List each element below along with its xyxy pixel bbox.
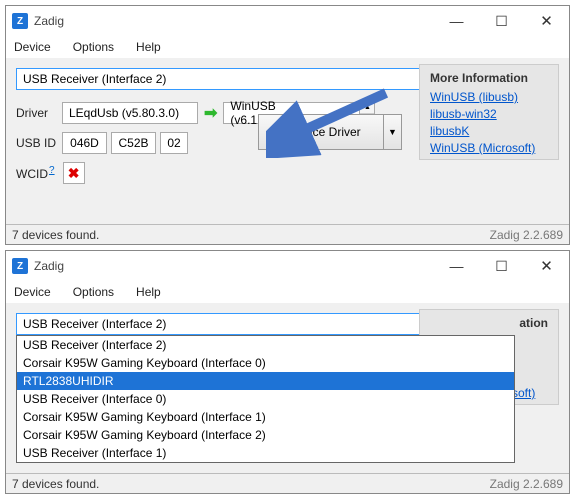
- statusbar: 7 devices found. Zadig 2.2.689: [6, 473, 569, 493]
- menu-help[interactable]: Help: [132, 283, 165, 301]
- driver-label: Driver: [16, 106, 62, 120]
- more-info-heading: More Information: [430, 71, 548, 85]
- dropdown-item[interactable]: Corsair K95W Gaming Keyboard (Interface …: [17, 354, 514, 372]
- dropdown-item[interactable]: USB Receiver (Interface 2): [17, 336, 514, 354]
- titlebar: Z Zadig — ☐ ✕: [6, 6, 569, 36]
- dropdown-item[interactable]: USB Receiver (Interface 1): [17, 444, 514, 462]
- menu-device[interactable]: Device: [10, 38, 55, 56]
- driver-current: LEqdUsb (v5.80.3.0): [62, 102, 198, 124]
- minimize-button[interactable]: —: [434, 6, 479, 36]
- usb-vid: 046D: [62, 132, 107, 154]
- info-heading-partial: ation: [519, 316, 548, 330]
- more-info-panel: More Information WinUSB (libusb) libusb-…: [419, 64, 559, 160]
- titlebar: Z Zadig — ☐ ✕: [6, 251, 569, 281]
- app-icon: Z: [12, 258, 28, 274]
- link-winusb-microsoft[interactable]: WinUSB (Microsoft): [430, 140, 548, 157]
- menubar: Device Options Help: [6, 36, 569, 58]
- window-title: Zadig: [34, 14, 434, 28]
- maximize-button[interactable]: ☐: [479, 251, 524, 281]
- wcid-status-icon: ✖: [63, 162, 85, 184]
- status-left: 7 devices found.: [12, 477, 99, 491]
- menu-device[interactable]: Device: [10, 283, 55, 301]
- device-combo-text: USB Receiver (Interface 2): [23, 72, 166, 86]
- status-right: Zadig 2.2.689: [490, 228, 563, 242]
- dropdown-item[interactable]: USB Receiver (Interface 0): [17, 390, 514, 408]
- replace-driver-button[interactable]: Replace Driver: [258, 114, 384, 150]
- wcid-label: WCID?: [16, 165, 55, 181]
- maximize-button[interactable]: ☐: [479, 6, 524, 36]
- dropdown-item-selected[interactable]: RTL2838UHIDIR: [17, 372, 514, 390]
- device-dropdown-list[interactable]: USB Receiver (Interface 2) Corsair K95W …: [16, 335, 515, 463]
- usb-iface: 02: [160, 132, 188, 154]
- link-winusb-libusb[interactable]: WinUSB (libusb): [430, 89, 548, 106]
- menubar: Device Options Help: [6, 281, 569, 303]
- status-left: 7 devices found.: [12, 228, 99, 242]
- window-zadig-2: Z Zadig — ☐ ✕ Device Options Help USB Re…: [5, 250, 570, 494]
- content-area: USB Receiver (Interface 2) ▼ Edit Driver…: [6, 58, 569, 226]
- usb-pid: C52B: [111, 132, 156, 154]
- close-button[interactable]: ✕: [524, 6, 569, 36]
- wcid-help-link[interactable]: ?: [49, 165, 55, 176]
- app-icon: Z: [12, 13, 28, 29]
- link-libusbk[interactable]: libusbK: [430, 123, 548, 140]
- minimize-button[interactable]: —: [434, 251, 479, 281]
- statusbar: 7 devices found. Zadig 2.2.689: [6, 224, 569, 244]
- usbid-label: USB ID: [16, 136, 62, 150]
- window-title: Zadig: [34, 259, 434, 273]
- menu-options[interactable]: Options: [69, 38, 118, 56]
- dropdown-item[interactable]: Corsair K95W Gaming Keyboard (Interface …: [17, 426, 514, 444]
- close-button[interactable]: ✕: [524, 251, 569, 281]
- window-zadig-1: Z Zadig — ☐ ✕ Device Options Help USB Re…: [5, 5, 570, 245]
- replace-driver-dropdown[interactable]: ▼: [384, 114, 402, 150]
- content-area: USB Receiver (Interface 2) ▼ Edit WCID? …: [6, 303, 569, 475]
- menu-options[interactable]: Options: [69, 283, 118, 301]
- menu-help[interactable]: Help: [132, 38, 165, 56]
- arrow-right-icon: ➡: [204, 103, 217, 123]
- status-right: Zadig 2.2.689: [490, 477, 563, 491]
- link-libusb-win32[interactable]: libusb-win32: [430, 106, 548, 123]
- device-combo-text: USB Receiver (Interface 2): [23, 317, 166, 331]
- dropdown-item[interactable]: Corsair K95W Gaming Keyboard (Interface …: [17, 408, 514, 426]
